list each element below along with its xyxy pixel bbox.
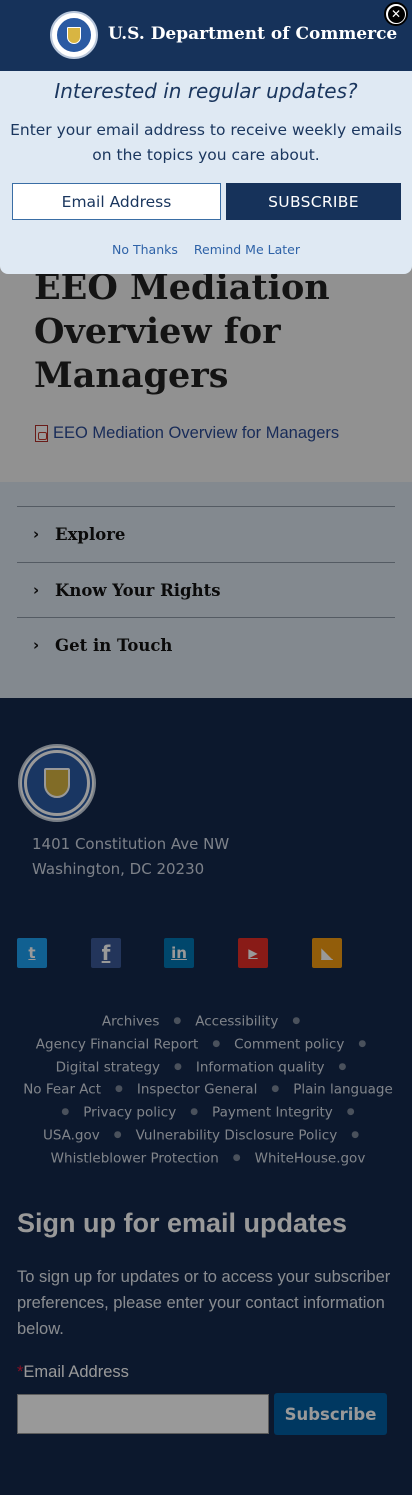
modal-headline: Interested in regular updates? [54, 79, 358, 103]
modal-description: Enter your email address to receive week… [10, 121, 402, 164]
modal-brand-title: U.S. Department of Commerce [108, 24, 398, 44]
modal-subscribe-button[interactable]: SUBSCRIBE [226, 183, 401, 220]
subscribe-modal: U.S. Department of Commerce ✕ Interested… [0, 0, 412, 274]
commerce-seal-icon [50, 11, 98, 59]
close-icon: ✕ [390, 7, 402, 21]
close-modal-button[interactable]: ✕ [384, 2, 408, 26]
remind-me-later-link[interactable]: Remind Me Later [194, 242, 300, 257]
modal-secondary-links: No Thanks Remind Me Later [0, 242, 412, 257]
no-thanks-link[interactable]: No Thanks [112, 242, 178, 257]
modal-header: U.S. Department of Commerce ✕ [0, 0, 412, 71]
modal-email-input[interactable] [12, 183, 221, 220]
